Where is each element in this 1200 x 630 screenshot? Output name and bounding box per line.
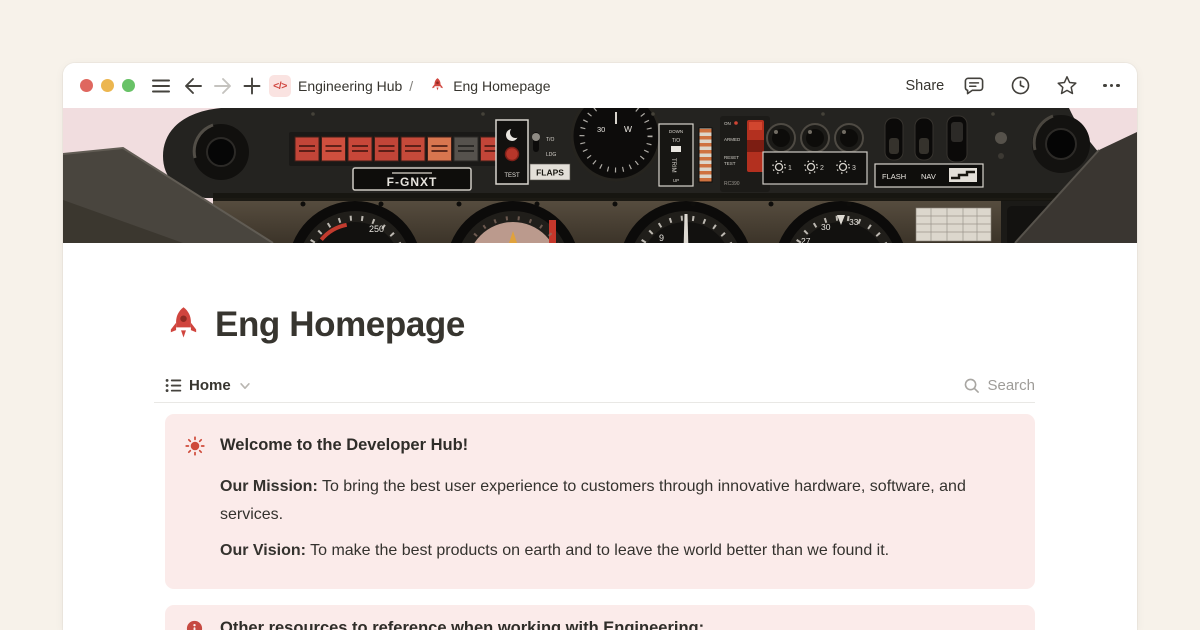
- close-window-button[interactable]: [80, 79, 93, 92]
- comment-icon: [963, 75, 985, 96]
- light-knobs: 1 2 3: [763, 124, 867, 184]
- trim-indicator: DOWN T/O TRIM UP: [659, 124, 693, 186]
- star-icon: [1056, 75, 1078, 96]
- tab-home[interactable]: Home: [165, 377, 252, 394]
- registration-label: F-GNXT: [387, 175, 438, 189]
- gauge-label: 27: [801, 236, 811, 243]
- search-label: Search: [987, 377, 1035, 394]
- striped-gauge: [699, 128, 712, 182]
- back-arrow-icon: [183, 77, 203, 95]
- registration-placard: F-GNXT: [353, 168, 471, 190]
- to-label: T/O: [546, 137, 554, 143]
- vision-text: To make the best products on earth and t…: [306, 542, 889, 559]
- sun-icon: [185, 435, 205, 456]
- vision-paragraph: Our Vision: To make the best products on…: [220, 537, 1011, 565]
- right-vent: [1032, 115, 1090, 173]
- view-bar: Home Search: [165, 369, 1035, 402]
- left-vent: [193, 124, 249, 180]
- more-options-button[interactable]: [1103, 72, 1120, 100]
- sidebar-menu-button[interactable]: [151, 72, 171, 100]
- compass-30: 30: [597, 125, 605, 134]
- mission-text: To bring the best user experience to cus…: [220, 478, 966, 523]
- mission-paragraph: Our Mission: To bring the best user expe…: [220, 473, 1011, 529]
- trim-label: TRIM: [670, 158, 676, 173]
- breadcrumb-parent[interactable]: Engineering Hub: [298, 78, 402, 94]
- updates-button[interactable]: [1010, 72, 1031, 100]
- mission-label: Our Mission:: [220, 478, 318, 495]
- test-label: TEST: [504, 173, 520, 179]
- new-page-button[interactable]: [243, 72, 261, 100]
- forward-arrow-icon: [213, 77, 233, 95]
- placard-table: [916, 208, 991, 241]
- to-label: T/O: [672, 138, 680, 144]
- test-label: TEST: [724, 161, 736, 166]
- rocket-icon: [430, 77, 445, 94]
- favorite-button[interactable]: [1056, 72, 1078, 100]
- flash-label: FLASH: [882, 172, 906, 181]
- rc-label: RC390: [724, 181, 740, 187]
- callout-resources: Other resources to reference when workin…: [165, 605, 1035, 630]
- down-label: DOWN: [669, 129, 683, 134]
- compass-w: W: [624, 124, 632, 134]
- chevron-down-icon[interactable]: [238, 379, 252, 393]
- app-window: </> Engineering Hub / Eng Homepage Share: [63, 63, 1137, 630]
- compass: 30 W: [572, 108, 660, 180]
- cockpit-illustration: 250 9 27 30 33: [63, 108, 1137, 243]
- breadcrumb-separator: /: [409, 78, 413, 94]
- armed-label: ARMED: [724, 137, 741, 142]
- test-panel: TEST: [496, 120, 528, 184]
- flash-nav-panel: FLASH NAV: [875, 164, 983, 187]
- gauge-label: 30: [821, 222, 831, 232]
- toggle-switches: [885, 116, 967, 162]
- flaps-label: FLAPS: [536, 168, 564, 178]
- cover-image: 250 9 27 30 33: [63, 108, 1137, 243]
- gauge-label: 250: [369, 224, 384, 234]
- gauge-label: 9: [659, 233, 664, 243]
- callout-welcome: Welcome to the Developer Hub! Our Missio…: [165, 414, 1035, 589]
- rocket-icon[interactable]: [165, 305, 202, 346]
- clock-icon: [1010, 75, 1031, 96]
- up-label: UP: [673, 178, 679, 183]
- search-button[interactable]: Search: [963, 377, 1035, 394]
- ldg-label: LDG: [546, 152, 556, 158]
- workspace-code-chip-icon[interactable]: </>: [269, 75, 291, 97]
- panel-button: [995, 132, 1007, 144]
- knob3-label: 3: [852, 165, 856, 172]
- panel-button: [998, 153, 1004, 159]
- search-icon: [963, 377, 980, 394]
- annunciator-panel: [289, 132, 511, 166]
- page-content: Eng Homepage Home: [63, 304, 1137, 630]
- vision-label: Our Vision:: [220, 542, 306, 559]
- callout-title: Other resources to reference when workin…: [220, 618, 1011, 630]
- back-button[interactable]: [183, 72, 203, 100]
- toolbar: </> Engineering Hub / Eng Homepage Share: [63, 63, 1137, 108]
- knob2-label: 2: [820, 165, 824, 172]
- nav-label: NAV: [921, 172, 936, 181]
- reset-label: RESET: [724, 155, 739, 160]
- minimize-window-button[interactable]: [101, 79, 114, 92]
- window-controls: [80, 79, 135, 92]
- page-title: Eng Homepage: [215, 304, 465, 346]
- maximize-window-button[interactable]: [122, 79, 135, 92]
- share-button[interactable]: Share: [906, 78, 945, 94]
- callout-title: Welcome to the Developer Hub!: [220, 435, 1011, 456]
- on-label: ON: [724, 121, 731, 126]
- tab-home-label: Home: [189, 377, 231, 394]
- page-title-row: Eng Homepage: [165, 304, 1035, 346]
- breadcrumb-current[interactable]: Eng Homepage: [453, 78, 550, 94]
- comments-button[interactable]: [963, 72, 985, 100]
- view-bar-divider: [154, 402, 1035, 403]
- gauge-label: 33: [849, 217, 859, 227]
- info-icon: [185, 618, 205, 630]
- ellipsis-icon: [1103, 84, 1107, 88]
- bulleted-list-icon: [165, 377, 182, 394]
- knob1-label: 1: [788, 165, 792, 172]
- forward-button[interactable]: [213, 72, 233, 100]
- hamburger-icon: [151, 78, 171, 94]
- plus-icon: [243, 77, 261, 95]
